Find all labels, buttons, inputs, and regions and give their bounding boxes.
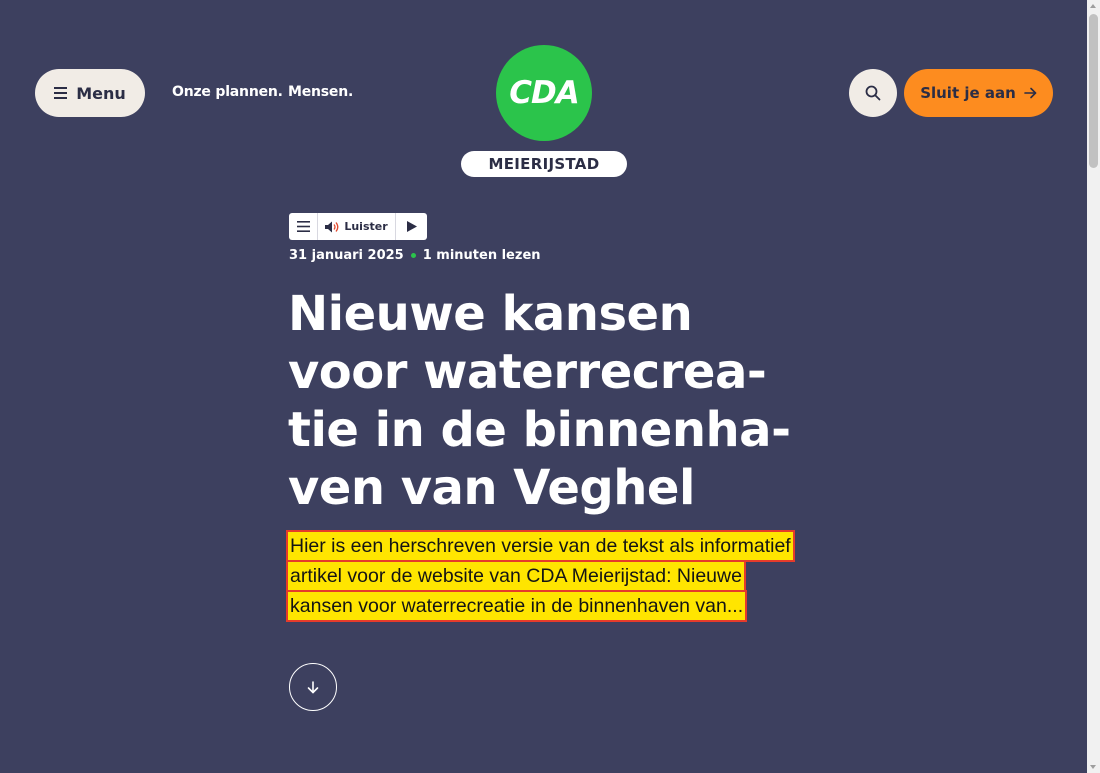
article-meta: 31 januari 2025 1 minuten lezen <box>289 248 541 263</box>
scrollbar-thumb[interactable] <box>1089 14 1098 168</box>
listen-menu-button[interactable] <box>289 213 318 240</box>
listen-button[interactable]: Luister <box>318 213 396 240</box>
search-button[interactable] <box>849 69 897 117</box>
scroll-up-arrow-icon[interactable] <box>1090 4 1096 8</box>
logo-subtitle[interactable]: MEIERIJSTAD <box>461 151 627 177</box>
logo-text: CDA <box>509 75 579 111</box>
arrow-right-icon <box>1024 87 1037 99</box>
join-label: Sluit je aan <box>920 84 1016 102</box>
page: Menu Onze plannen. Mensen. CDA MEIERIJST… <box>0 0 1087 773</box>
scroll-down-arrow-icon[interactable] <box>1090 765 1096 769</box>
scroll-down-button[interactable] <box>289 663 337 711</box>
speaker-icon <box>325 221 339 232</box>
menu-button[interactable]: Menu <box>35 69 145 117</box>
title-line: Nieuwe kansen <box>288 286 693 342</box>
read-time: 1 minuten lezen <box>422 248 541 263</box>
excerpt-line: artikel voor de website van CDA Meierijs… <box>286 560 746 592</box>
article-excerpt: Hier is een herschreven versie van de te… <box>285 530 795 622</box>
search-icon <box>865 85 881 101</box>
title-line: ven van Veghel <box>288 460 695 516</box>
article-title: Nieuwe kansen voor waterrecrea- tie in d… <box>288 285 808 517</box>
arrow-down-icon <box>307 680 319 693</box>
excerpt-line: Hier is een herschreven versie van de te… <box>286 530 795 562</box>
title-line: voor waterrecrea- <box>288 344 767 400</box>
cda-logo[interactable]: CDA <box>496 45 592 141</box>
meta-separator-dot <box>410 253 416 258</box>
hamburger-icon <box>296 221 310 232</box>
nav-link-mensen[interactable]: Mensen. <box>288 84 353 100</box>
article-date: 31 januari 2025 <box>289 248 404 263</box>
listen-label: Luister <box>344 220 388 233</box>
listen-widget: Luister <box>289 213 427 240</box>
title-line: tie in de binnenha- <box>288 402 791 458</box>
page-scrollbar[interactable] <box>1087 0 1100 773</box>
menu-label: Menu <box>76 83 126 103</box>
hamburger-icon <box>54 87 68 99</box>
join-button[interactable]: Sluit je aan <box>904 69 1053 117</box>
play-button[interactable] <box>396 213 427 240</box>
nav-link-onze-plannen[interactable]: Onze plannen. <box>172 84 283 100</box>
play-icon <box>406 221 417 232</box>
excerpt-line: kansen voor waterrecreatie in de binnenh… <box>285 590 748 622</box>
